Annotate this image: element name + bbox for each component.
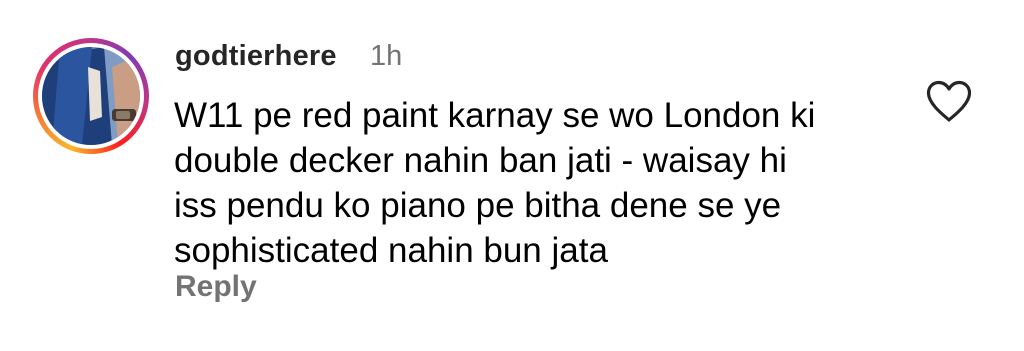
comment-text-line: sophisticated nahin bun jata — [174, 231, 608, 270]
like-button[interactable] — [924, 78, 974, 124]
avatar-story-ring[interactable] — [33, 38, 149, 154]
comment-row: godtierhere 1h W11 pe red paint karnay s… — [0, 0, 1024, 351]
comment-username[interactable]: godtierhere — [175, 40, 337, 73]
comment-text: W11 pe red paint karnay se wo London ki … — [174, 93, 894, 273]
reply-button[interactable]: Reply — [175, 270, 257, 304]
avatar-photo-icon — [42, 47, 140, 145]
comment-text-line: iss pendu ko piano pe bitha dene se ye — [174, 186, 782, 225]
comment-text-line: W11 pe red paint karnay se wo London ki — [174, 96, 816, 135]
avatar[interactable] — [42, 47, 140, 145]
comment-timestamp: 1h — [370, 40, 403, 72]
comment-text-line: double decker nahin ban jati - waisay hi — [174, 141, 787, 180]
avatar-ring-gap — [38, 43, 144, 149]
heart-outline-icon — [926, 80, 972, 122]
